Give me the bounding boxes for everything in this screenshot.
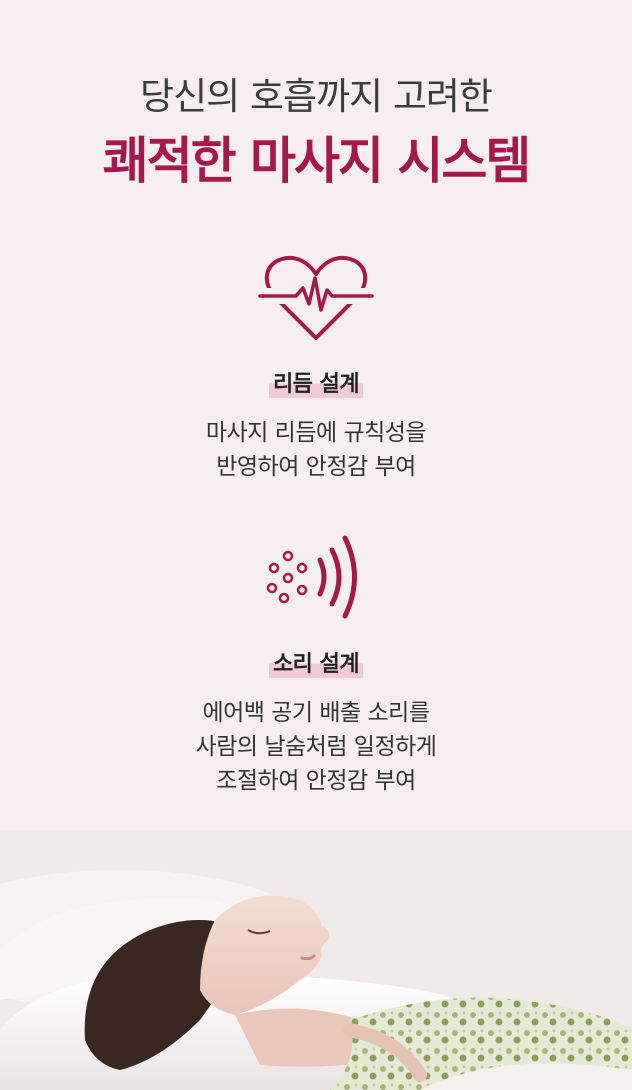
page-title: 쾌적한 마사지 시스템 (102, 132, 532, 190)
feature-desc-sound: 에어백 공기 배출 소리를 사람의 날숨처럼 일정하게 조절하여 안정감 부여 (0, 696, 632, 798)
feature-rhythm: 리듬 설계 마사지 리듬에 규칙성을 반영하여 안정감 부여 (0, 252, 632, 484)
feature-sound: 소리 설계 에어백 공기 배출 소리를 사람의 날숨처럼 일정하게 조절하여 안… (0, 532, 632, 798)
heartbeat-icon (256, 255, 376, 340)
headline: 당신의 호흡까지 고려한 쾌적한 마사지 시스템 (0, 72, 632, 192)
feature-title-rhythm: 리듬 설계 (268, 366, 364, 398)
sleeping-woman-illustration (0, 830, 632, 1090)
feature-desc-rhythm: 마사지 리듬에 규칙성을 반영하여 안정감 부여 (0, 416, 632, 484)
desc-line: 에어백 공기 배출 소리를 (202, 700, 430, 726)
desc-line: 마사지 리듬에 규칙성을 (205, 420, 427, 446)
sound-wave-icon (266, 535, 357, 619)
desc-line: 반영하여 안정감 부여 (216, 454, 416, 480)
desc-line: 사람의 날숨처럼 일정하게 (195, 734, 437, 760)
desc-line: 조절하여 안정감 부여 (216, 768, 416, 794)
page: 당신의 호흡까지 고려한 쾌적한 마사지 시스템 리듬 설계 마사지 리듬에 규… (0, 0, 632, 1090)
sleeping-woman-photo (0, 830, 632, 1090)
feature-title-sound: 소리 설계 (268, 646, 364, 678)
page-subtitle: 당신의 호흡까지 고려한 (140, 75, 493, 118)
